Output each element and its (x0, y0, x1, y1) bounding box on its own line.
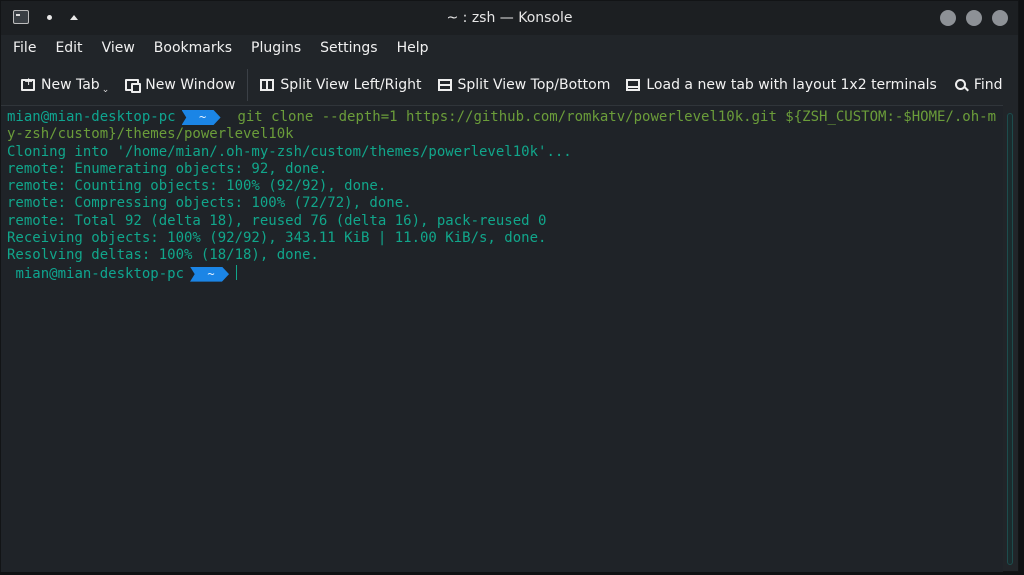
find-label: Find (973, 77, 1003, 93)
title-bar[interactable]: ~ : zsh — Konsole (1, 1, 1018, 35)
split-top-bottom-icon (437, 79, 452, 91)
new-tab-label: New Tab (41, 77, 100, 93)
layout-icon (626, 79, 641, 91)
new-tab-icon (21, 75, 35, 91)
konsole-window: ~ : zsh — Konsole File Edit View Bookmar… (0, 0, 1019, 572)
menu-plugins[interactable]: Plugins (251, 40, 301, 56)
prompt-user-host: mian@mian-desktop-pc (7, 109, 176, 125)
minimize-button[interactable] (940, 10, 956, 26)
scrollbar-track[interactable] (1007, 113, 1013, 565)
output-line: remote: Total 92 (delta 18), reused 76 (… (7, 212, 547, 229)
window-title: ~ : zsh — Konsole (446, 10, 573, 26)
terminal-view[interactable]: mian@mian-desktop-pc ~ git clone --depth=… (1, 105, 1003, 572)
split-top-bottom-button[interactable]: Split View Top/Bottom (432, 71, 617, 99)
text-cursor (236, 264, 238, 280)
new-tab-button[interactable]: New Tab ⌄ (15, 71, 115, 99)
menu-bookmarks[interactable]: Bookmarks (154, 40, 232, 56)
menu-help[interactable]: Help (397, 40, 429, 56)
output-line: remote: Enumerating objects: 92, done. (7, 160, 328, 177)
split-left-right-label: Split View Left/Right (280, 77, 422, 93)
load-layout-button[interactable]: Load a new tab with layout 1x2 terminals (620, 71, 942, 99)
new-window-label: New Window (145, 77, 236, 93)
split-left-right-button[interactable]: Split View Left/Right (254, 71, 427, 99)
menu-edit[interactable]: Edit (55, 40, 82, 56)
prompt-directory-segment: ~ (181, 110, 221, 125)
split-left-right-icon (260, 79, 275, 91)
prompt-user-host: mian@mian-desktop-pc (15, 265, 185, 282)
toolbar: New Tab ⌄ New Window Split View Left/Rig… (1, 67, 1018, 103)
maximize-button[interactable] (966, 10, 982, 26)
output-line: remote: Compressing objects: 100% (72/72… (7, 195, 412, 212)
split-top-bottom-label: Split View Top/Bottom (457, 77, 611, 93)
output-line: Resolving deltas: 100% (18/18), done. (7, 247, 319, 264)
terminal-scrollbar[interactable] (1004, 109, 1016, 569)
output-line: Receiving objects: 100% (92/92), 343.11 … (7, 230, 547, 247)
find-button[interactable]: Find (949, 71, 1009, 99)
menu-settings[interactable]: Settings (320, 40, 377, 56)
load-layout-label: Load a new tab with layout 1x2 terminals (646, 77, 937, 93)
prompt-directory-segment: ~ (190, 266, 230, 282)
new-window-button[interactable]: New Window (119, 71, 241, 99)
toolbar-separator (247, 69, 249, 101)
new-window-icon (125, 79, 142, 93)
window-controls (940, 10, 1008, 26)
chevron-down-icon[interactable]: ⌄ (102, 85, 110, 95)
menu-bar: File Edit View Bookmarks Plugins Setting… (1, 35, 1018, 61)
menu-file[interactable]: File (13, 40, 36, 56)
terminal-output: mian@mian-desktop-pc ~ git clone --depth=… (7, 109, 1001, 283)
output-line: Cloning into '/home/mian/.oh-my-zsh/cust… (7, 143, 572, 160)
menu-view[interactable]: View (102, 40, 135, 56)
close-button[interactable] (992, 10, 1008, 26)
search-icon (954, 78, 968, 92)
output-line: remote: Counting objects: 100% (92/92), … (7, 178, 387, 195)
